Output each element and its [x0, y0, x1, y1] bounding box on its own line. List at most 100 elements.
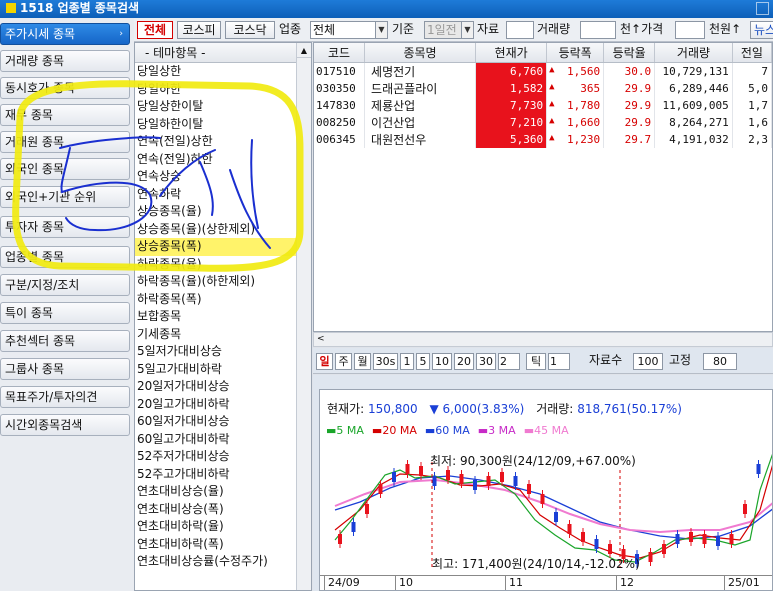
- change-amount-value: 1,230: [566, 132, 601, 146]
- nav-item-designation[interactable]: 구분/지정/조치: [0, 274, 130, 296]
- theme-list-item[interactable]: 연초대비하락(율): [135, 518, 311, 536]
- theme-list-item[interactable]: 20일고가대비하락: [135, 396, 311, 414]
- theme-list-item[interactable]: 상승종목(율): [135, 203, 311, 221]
- theme-list-item[interactable]: 연속상승: [135, 168, 311, 186]
- column-header[interactable]: 현재가: [475, 43, 548, 63]
- nav-item-simultaneous-quote[interactable]: 동시호가 종목: [0, 77, 130, 99]
- period-10min-button[interactable]: 10: [432, 353, 452, 370]
- nav-item-sector[interactable]: 업종별 종목: [0, 246, 130, 268]
- theme-list-item[interactable]: 20일저가대비상승: [135, 378, 311, 396]
- scroll-left-icon[interactable]: <: [317, 334, 325, 344]
- price-chart[interactable]: 현재가: 150,800 ▼ 6,000(3.83%) 거래량: 818,761…: [319, 389, 773, 591]
- fixed-input[interactable]: 80: [703, 353, 737, 370]
- ma-legend-item: ▬45 MA: [524, 424, 569, 437]
- nav-item-foreigner[interactable]: 외국인 종목: [0, 158, 130, 180]
- tab-kospi[interactable]: 코스피: [177, 21, 221, 39]
- theme-list-item[interactable]: 기세종목: [135, 326, 311, 344]
- nav-item-target-price[interactable]: 목표주가/투자의견: [0, 386, 130, 408]
- column-header[interactable]: 등락율: [603, 43, 656, 63]
- window-control-icon[interactable]: [756, 2, 769, 15]
- tab-all-market[interactable]: 전체: [137, 21, 173, 39]
- sector-select[interactable]: 전체 ▼: [310, 21, 388, 39]
- volume-input[interactable]: [580, 21, 616, 39]
- theme-list-item[interactable]: 하락종목(율): [135, 256, 311, 274]
- column-header[interactable]: 종목명: [364, 43, 477, 63]
- news-button[interactable]: 뉴스: [750, 21, 773, 39]
- theme-list-item[interactable]: 하락종목(폭): [135, 291, 311, 309]
- theme-list-item[interactable]: 당일하한이탈: [135, 116, 311, 134]
- tab-kosdaq[interactable]: 코스닥: [225, 21, 275, 39]
- column-header[interactable]: 거래량: [654, 43, 733, 63]
- candle: [662, 544, 666, 554]
- chevron-down-icon: ▼: [375, 22, 387, 38]
- theme-list-item[interactable]: 연속(전일)상한: [135, 133, 311, 151]
- theme-list-item[interactable]: 당일하한: [135, 81, 311, 99]
- column-header[interactable]: 코드: [314, 43, 366, 63]
- nav-item-after-hours[interactable]: 시간외종목검색: [0, 414, 130, 436]
- period-1min-button[interactable]: 1: [400, 353, 414, 370]
- nav-item-foreigner-institution[interactable]: 외국인+기관 순위: [0, 186, 130, 208]
- theme-list-item[interactable]: 60일저가대비상승: [135, 413, 311, 431]
- theme-list-scrollbar[interactable]: ▲: [296, 43, 311, 590]
- count-label: 자료수: [589, 353, 623, 367]
- tick-input[interactable]: 1: [548, 353, 570, 370]
- column-header[interactable]: 등락폭: [546, 43, 605, 63]
- theme-list-item[interactable]: 5일고가대비하락: [135, 361, 311, 379]
- data-input[interactable]: [506, 21, 534, 39]
- theme-list-item[interactable]: 52주저가대비상승: [135, 448, 311, 466]
- nav-item-volume[interactable]: 거래량 종목: [0, 50, 130, 72]
- theme-list-item[interactable]: 5일저가대비상승: [135, 343, 311, 361]
- theme-list-item[interactable]: 하락종목(율)(하한제외): [135, 273, 311, 291]
- basis-select[interactable]: 1일전 ▼: [424, 21, 474, 39]
- count-input[interactable]: 100: [633, 353, 663, 370]
- candles: [338, 460, 761, 568]
- period-week-button[interactable]: 주: [335, 353, 352, 370]
- nav-item-investor[interactable]: 투자자 종목: [0, 216, 130, 238]
- prev-day-cell: 7: [732, 62, 772, 80]
- table-row[interactable]: 008250 이건산업 7,210 ▲ 1,660 29.9 8,264,271 1,6: [314, 113, 772, 131]
- stock-code-cell: 008250: [314, 113, 366, 131]
- nav-item-label: 시간외종목검색: [5, 418, 83, 432]
- period-30min-button[interactable]: 30: [476, 353, 496, 370]
- table-horizontal-scrollbar[interactable]: <: [313, 332, 773, 347]
- price-input[interactable]: [675, 21, 705, 39]
- theme-list-item[interactable]: 보합종목: [135, 308, 311, 326]
- period-month-button[interactable]: 월: [354, 353, 371, 370]
- nav-item-price-quote[interactable]: 주가시세 종목 ›: [0, 23, 130, 45]
- nav-item-recommended-sector[interactable]: 추천섹터 종목: [0, 330, 130, 352]
- table-row[interactable]: 030350 드래곤플라이 1,582 ▲ 365 29.9 6,289,446 5,0: [314, 79, 772, 97]
- table-row[interactable]: 017510 세명전기 6,760 ▲ 1,560 30.0 10,729,131 7: [314, 62, 772, 80]
- current-price-cell: 1,582: [475, 79, 548, 97]
- theme-list-item[interactable]: 60일고가대비하락: [135, 431, 311, 449]
- theme-list-item[interactable]: 연초대비하락(폭): [135, 536, 311, 554]
- period-30s-button[interactable]: 30s: [373, 353, 398, 370]
- ma-legend-label: 5 MA: [336, 424, 364, 437]
- period-5min-button[interactable]: 5: [416, 353, 430, 370]
- ma-legend-label: 60 MA: [435, 424, 470, 437]
- theme-list-item[interactable]: 연속하락: [135, 186, 311, 204]
- tick-button[interactable]: 틱: [526, 353, 546, 370]
- theme-list-item[interactable]: 당일상한: [135, 63, 311, 81]
- table-row[interactable]: 147830 제룡산업 7,730 ▲ 1,780 29.9 11,609,005 1,7: [314, 96, 772, 114]
- theme-list-item[interactable]: 상승종목(폭): [135, 238, 311, 256]
- ma-legend: ▬5 MA ▬20 MA ▬60 MA ▬3 MA ▬45 MA: [326, 424, 577, 437]
- theme-list-item[interactable]: 52주고가대비하락: [135, 466, 311, 484]
- nav-item-special[interactable]: 특이 종목: [0, 302, 130, 324]
- ma-legend-item: ▬20 MA: [372, 424, 417, 437]
- minute-input[interactable]: 2: [498, 353, 520, 370]
- scroll-up-icon[interactable]: ▲: [297, 43, 311, 58]
- nav-item-financial[interactable]: 재무 종목: [0, 104, 130, 126]
- period-20min-button[interactable]: 20: [454, 353, 474, 370]
- theme-list-item[interactable]: 연초대비상승률(수정주가): [135, 553, 311, 571]
- theme-list-item[interactable]: 연초대비상승(폭): [135, 501, 311, 519]
- nav-item-broker[interactable]: 거래원 종목: [0, 131, 130, 153]
- period-day-button[interactable]: 일: [316, 353, 333, 370]
- theme-list-item[interactable]: 당일상한이탈: [135, 98, 311, 116]
- column-header[interactable]: 전일: [732, 43, 772, 63]
- nav-item-group[interactable]: 그룹사 종목: [0, 358, 130, 380]
- theme-list-item[interactable]: 상승종목(율)(상한제외): [135, 221, 311, 239]
- table-row[interactable]: 006345 대원전선우 5,360 ▲ 1,230 29.7 4,191,032 2,3: [314, 130, 772, 148]
- candle: [581, 532, 585, 542]
- theme-list-item[interactable]: 연초대비상승(율): [135, 483, 311, 501]
- theme-list-item[interactable]: 연속(전일)하한: [135, 151, 311, 169]
